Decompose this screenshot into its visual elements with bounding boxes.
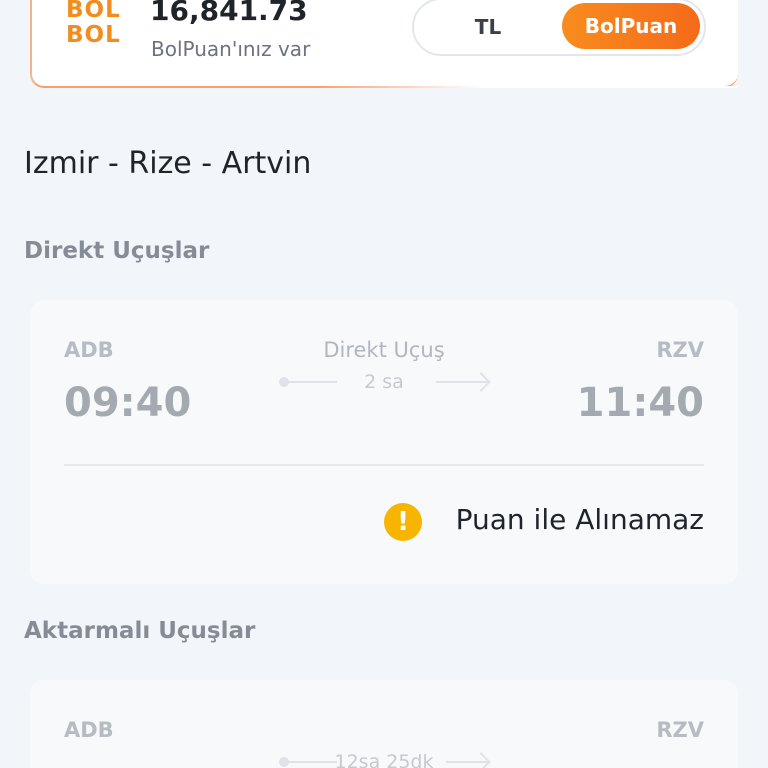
- flight-type-label: Direkt Uçuş: [323, 338, 445, 362]
- flight-duration: 2 sa: [364, 371, 404, 393]
- direct-flight-card[interactable]: ADB RZV 09:40 11:40 Direkt Uçuş 2 sa ! P…: [30, 300, 738, 584]
- points-balance-caption: BolPuan'ınız var: [151, 37, 311, 61]
- toggle-bolpuan-option[interactable]: BolPuan: [562, 3, 700, 49]
- route-arrow-icon: [471, 752, 491, 768]
- exclamation-icon: !: [384, 503, 422, 541]
- arrival-airport-code: RZV: [656, 718, 704, 742]
- logo-line-1: BOL: [66, 0, 121, 23]
- arrival-airport-code: RZV: [656, 338, 704, 362]
- route-title: Izmir - Rize - Artvin: [24, 146, 312, 181]
- arrival-time: 11:40: [576, 380, 704, 426]
- toggle-tl-option[interactable]: TL: [414, 0, 562, 54]
- departure-time: 09:40: [64, 380, 192, 426]
- departure-airport-code: ADB: [64, 718, 114, 742]
- route-line-left: [285, 381, 337, 383]
- bolbol-logo: BOL BOL: [66, 0, 130, 58]
- points-balance-value: 16,841.73: [150, 0, 308, 27]
- connecting-flights-title: Aktarmalı Uçuşlar: [24, 618, 256, 644]
- currency-toggle[interactable]: TL BolPuan: [412, 0, 706, 56]
- flight-duration: 12sa 25dk: [334, 751, 434, 768]
- direct-flights-title: Direkt Uçuşlar: [24, 238, 210, 264]
- departure-airport-code: ADB: [64, 338, 114, 362]
- logo-line-2: BOL: [66, 22, 121, 48]
- connecting-flight-card[interactable]: ADB RZV 12sa 25dk: [30, 680, 738, 768]
- points-unavailable-warning: Puan ile Alınamaz: [455, 503, 704, 536]
- route-arrow-icon: [471, 372, 491, 392]
- card-divider: [64, 464, 704, 466]
